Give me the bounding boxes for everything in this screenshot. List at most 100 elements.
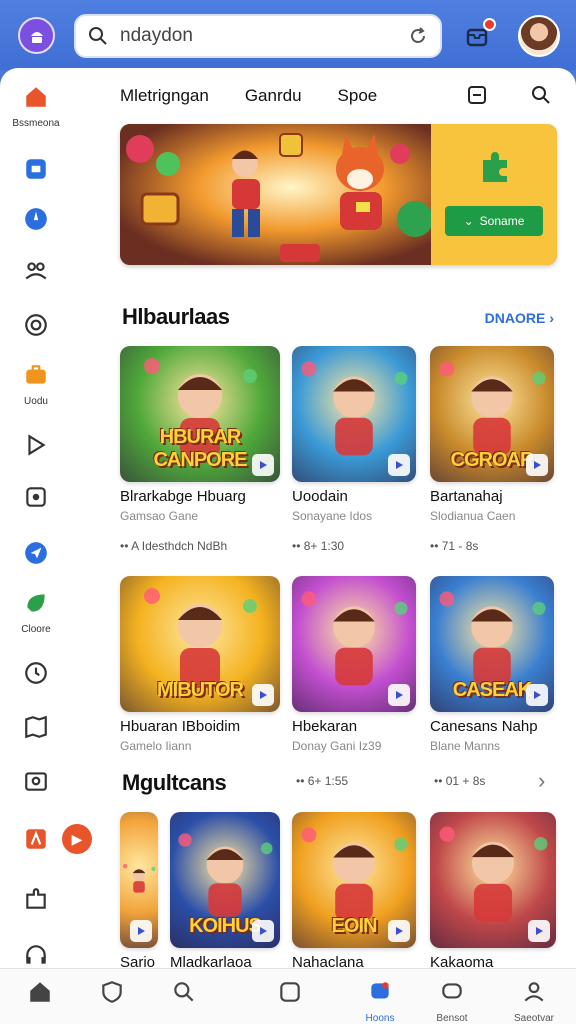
game-thumbnail[interactable]: CGROAR xyxy=(430,346,554,482)
game-thumbnail[interactable] xyxy=(120,812,158,948)
game-thumbnail[interactable]: CASEAK xyxy=(430,576,554,712)
chevron-right-icon[interactable]: › xyxy=(538,768,545,794)
app-logo[interactable] xyxy=(18,17,55,54)
quick-play-button[interactable]: ▶ xyxy=(62,824,92,854)
sidebar-item-map[interactable] xyxy=(0,714,72,745)
card-name: Blrarkabge Hbuarg xyxy=(120,488,246,505)
cupcake-icon xyxy=(30,31,43,43)
play-badge-icon[interactable] xyxy=(252,684,274,706)
play-badge-icon[interactable] xyxy=(388,454,410,476)
chevron-right-icon: › xyxy=(549,310,554,326)
card-sub: Sonayane Idos xyxy=(292,509,373,523)
game-card[interactable]: Uoodain Sonayane Idos •• 8+ 1:30 xyxy=(292,346,416,553)
game-card[interactable]: CASEAK Canesans Nahp Blane Manns xyxy=(430,576,554,753)
search-icon[interactable] xyxy=(530,84,552,106)
search-icon xyxy=(89,27,107,45)
card-meta: •• 71 - 8s xyxy=(430,539,479,553)
game-card[interactable]: EOIN Nahaclana xyxy=(292,812,416,971)
sidebar-item-send[interactable] xyxy=(0,540,72,571)
card-meta: •• 01 + 8s xyxy=(434,774,486,788)
search-input[interactable]: ndaydon xyxy=(120,25,408,47)
game-thumbnail[interactable]: MIBUTOR xyxy=(120,576,280,712)
sidebar-item-people[interactable] xyxy=(0,258,72,289)
home-icon xyxy=(27,979,53,1010)
sidebar-item-gamepad[interactable] xyxy=(0,484,72,515)
chevron-down-icon: ⌄ xyxy=(463,214,474,228)
banner-artwork xyxy=(120,124,431,265)
bottom-nav-games[interactable]: Hoons xyxy=(350,979,410,1024)
game-card[interactable]: Kakaoma xyxy=(430,812,556,971)
map-icon xyxy=(23,714,49,745)
sidebar-item-at[interactable] xyxy=(0,312,72,343)
game-thumbnail[interactable] xyxy=(292,346,416,482)
sidebar-item-clock[interactable] xyxy=(0,660,72,691)
game-thumbnail[interactable]: KOIHUS xyxy=(170,812,280,948)
banner-play-button[interactable]: ⌄ Soname xyxy=(445,206,543,236)
chat-icon xyxy=(439,979,465,1010)
app-icon xyxy=(23,826,49,857)
sidebar-item-store[interactable] xyxy=(0,156,72,187)
tab-1[interactable]: Ganrdu xyxy=(245,86,302,112)
bottom-nav-search[interactable] xyxy=(154,979,214,1010)
tab-2[interactable]: Spoe xyxy=(338,86,378,112)
play-badge-icon[interactable] xyxy=(252,454,274,476)
play-badge-icon[interactable] xyxy=(526,454,548,476)
sidebar-item-leaf[interactable]: Cloore xyxy=(0,590,72,635)
game-thumbnail[interactable]: EOIN xyxy=(292,812,416,948)
play-badge-icon[interactable] xyxy=(388,684,410,706)
minus-square-icon[interactable] xyxy=(466,84,488,106)
game-card[interactable]: MIBUTOR Hbuaran IBboidim Gamelo Iiann xyxy=(120,576,280,753)
bottom-nav-label: Hoons xyxy=(365,1013,395,1024)
game-card[interactable]: Hbekaran Donay Gani Iz39 xyxy=(292,576,416,753)
game-thumbnail[interactable] xyxy=(430,812,556,948)
main-panel: Bssmeona Uodu Cloore Mletrigngan Ganrdu Sp… xyxy=(0,68,576,1024)
sidebar-item-puzzle[interactable] xyxy=(0,886,72,917)
store-icon xyxy=(23,156,49,187)
refresh-icon[interactable] xyxy=(408,26,428,46)
game-card[interactable]: HBURAR CANPORE Blrarkabge Hbuarg Gamsao Ga… xyxy=(120,346,280,553)
send-icon xyxy=(23,540,49,571)
sidebar-item-tv[interactable] xyxy=(0,768,72,799)
game-card[interactable]: CGROAR Bartanahaj Slodianua Caen •• 71 - 8s xyxy=(430,346,554,553)
bottom-nav-label: Bensot xyxy=(436,1013,468,1024)
people-icon xyxy=(23,258,49,289)
card-name: Uoodain xyxy=(292,488,348,505)
section-title: Hlbaurlaas xyxy=(122,304,230,329)
bottom-nav-shield[interactable] xyxy=(82,979,142,1010)
play-badge-icon[interactable] xyxy=(528,920,550,942)
card-meta: •• A Idesthdch NdBh xyxy=(120,539,228,553)
play-badge-icon[interactable] xyxy=(388,920,410,942)
sidebar-item-briefcase[interactable]: Uodu xyxy=(0,362,72,407)
game-card[interactable]: Sario xyxy=(120,812,158,971)
game-thumbnail[interactable] xyxy=(292,576,416,712)
featured-banner[interactable]: ⌄ Soname xyxy=(120,124,557,265)
leaf-icon xyxy=(23,590,49,621)
play-badge-icon[interactable] xyxy=(252,920,274,942)
play-icon: ▶ xyxy=(71,830,83,847)
banner-button-label: Soname xyxy=(479,214,525,228)
game-card[interactable]: KOIHUS Mladkarlaoa xyxy=(170,812,280,971)
sidebar-item-compass[interactable] xyxy=(0,206,72,237)
game-thumbnail[interactable]: HBURAR CANPORE xyxy=(120,346,280,482)
bottom-nav-profile[interactable]: Saeotvar xyxy=(504,979,564,1024)
card-sub: Blane Manns xyxy=(430,739,501,753)
play-badge-icon[interactable] xyxy=(130,920,152,942)
bottom-nav-home[interactable] xyxy=(10,979,70,1010)
sidebar-item-play[interactable] xyxy=(0,432,72,463)
notifications-button[interactable] xyxy=(462,18,496,52)
tab-0[interactable]: Mletrigngan xyxy=(120,86,209,112)
bottom-nav-chat[interactable]: Bensot xyxy=(422,979,482,1024)
banner-cta-area: ⌄ Soname xyxy=(431,124,557,265)
search-icon xyxy=(171,979,197,1010)
see-more-link[interactable]: Dnaore › xyxy=(485,310,554,326)
tab-bar: Mletrigngan Ganrdu Spoe xyxy=(120,86,413,112)
card-name: Canesans Nahp xyxy=(430,718,538,735)
sidebar-item-app[interactable] xyxy=(0,826,72,857)
shield-icon xyxy=(99,979,125,1010)
sidebar-item-home[interactable]: Bssmeona xyxy=(0,84,72,129)
search-bar[interactable]: ndaydon xyxy=(74,14,442,58)
bottom-nav-square[interactable] xyxy=(260,979,320,1010)
card-meta: •• 6+ 1:55 xyxy=(296,774,349,788)
avatar[interactable] xyxy=(518,15,560,57)
play-badge-icon[interactable] xyxy=(526,684,548,706)
